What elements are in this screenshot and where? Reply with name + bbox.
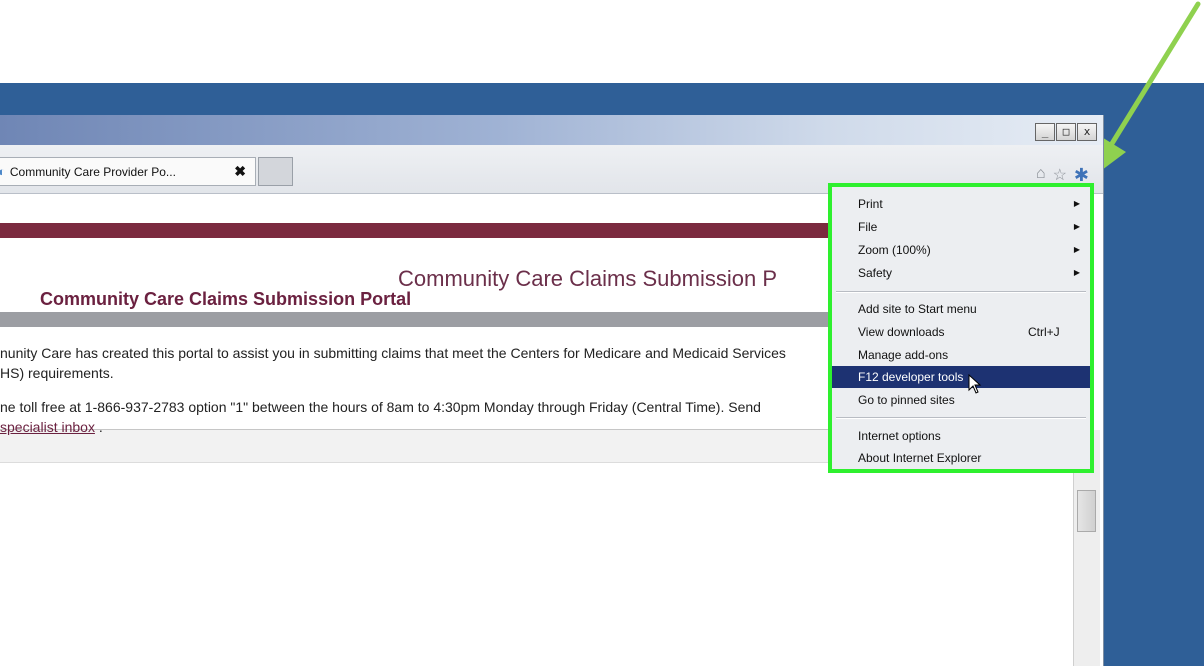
menu-item-label: Manage add-ons — [858, 348, 949, 362]
menu-separator — [836, 291, 1086, 293]
header-divider — [0, 312, 880, 327]
menu-item-pinned-sites[interactable]: Go to pinned sites — [832, 389, 1090, 411]
menu-item-label: F12 developer tools — [858, 370, 964, 384]
menu-item-internet-options[interactable]: Internet options — [832, 425, 1090, 447]
close-window-button[interactable]: x — [1077, 123, 1097, 141]
menu-item-label: View downloads — [858, 325, 945, 339]
menu-item-label: Go to pinned sites — [858, 393, 955, 407]
site-title: Community Care Claims Submission P — [398, 266, 777, 291]
menu-item-view-downloads[interactable]: View downloads Ctrl+J — [832, 321, 1090, 343]
menu-item-label: Add site to Start menu — [858, 302, 977, 316]
tab-close-icon[interactable]: ✖ — [234, 163, 246, 180]
portal-heading: Community Care Claims Submission Portal — [40, 289, 412, 309]
submenu-arrow-icon: ▶ — [1073, 222, 1080, 231]
menu-item-f12-developer-tools[interactable]: F12 developer tools — [832, 366, 1090, 388]
intro-text-line1: nunity Care has created this portal to a… — [0, 345, 786, 361]
menu-item-label: Internet options — [858, 429, 941, 443]
maximize-button[interactable]: □ — [1056, 123, 1076, 141]
menu-item-label: Print — [858, 197, 883, 211]
tab-community-care[interactable]: ◐ Community Care Provider Po... ✖ — [0, 157, 256, 186]
window-controls: _ □ x — [1034, 123, 1097, 141]
menu-item-label: About Internet Explorer — [858, 451, 982, 465]
submenu-arrow-icon: ▶ — [1073, 199, 1080, 208]
menu-item-safety[interactable]: Safety ▶ — [832, 262, 1090, 284]
contact-text-line1: ne toll free at 1-866-937-2783 option "1… — [0, 399, 761, 415]
scroll-thumb[interactable] — [1077, 490, 1096, 532]
menu-shortcut: Ctrl+J — [1028, 325, 1060, 339]
mouse-cursor-icon — [968, 374, 982, 394]
contact-text-tail: . — [94, 419, 103, 435]
menu-item-label: Safety — [858, 266, 893, 280]
tools-menu: Print ▶ File ▶ Zoom (100%) ▶ Safety ▶ Add si… — [828, 183, 1094, 473]
submenu-arrow-icon: ▶ — [1073, 268, 1080, 277]
contact-text-line2: specialist inbox . — [0, 417, 103, 437]
menu-item-about-ie[interactable]: About Internet Explorer — [832, 447, 1090, 469]
menu-separator — [836, 417, 1086, 419]
title-bar: _ □ x — [0, 115, 1103, 145]
header-band — [0, 223, 880, 238]
menu-item-label: File — [858, 220, 878, 234]
menu-item-add-site-start[interactable]: Add site to Start menu — [832, 298, 1090, 320]
ie-page-icon: ◐ — [0, 164, 6, 179]
specialist-inbox-link[interactable]: specialist inbox — [0, 419, 95, 435]
submenu-arrow-icon: ▶ — [1073, 245, 1080, 254]
menu-item-file[interactable]: File ▶ — [832, 216, 1090, 238]
tab-title: Community Care Provider Po... — [9, 164, 176, 179]
new-tab-button[interactable] — [258, 157, 293, 186]
intro-text-line2: HS) requirements. — [0, 365, 114, 381]
menu-item-zoom[interactable]: Zoom (100%) ▶ — [832, 239, 1090, 261]
menu-item-print[interactable]: Print ▶ — [832, 193, 1090, 215]
minimize-button[interactable]: _ — [1035, 123, 1055, 141]
menu-item-label: Zoom (100%) — [858, 243, 931, 257]
menu-item-manage-addons[interactable]: Manage add-ons — [832, 344, 1090, 366]
